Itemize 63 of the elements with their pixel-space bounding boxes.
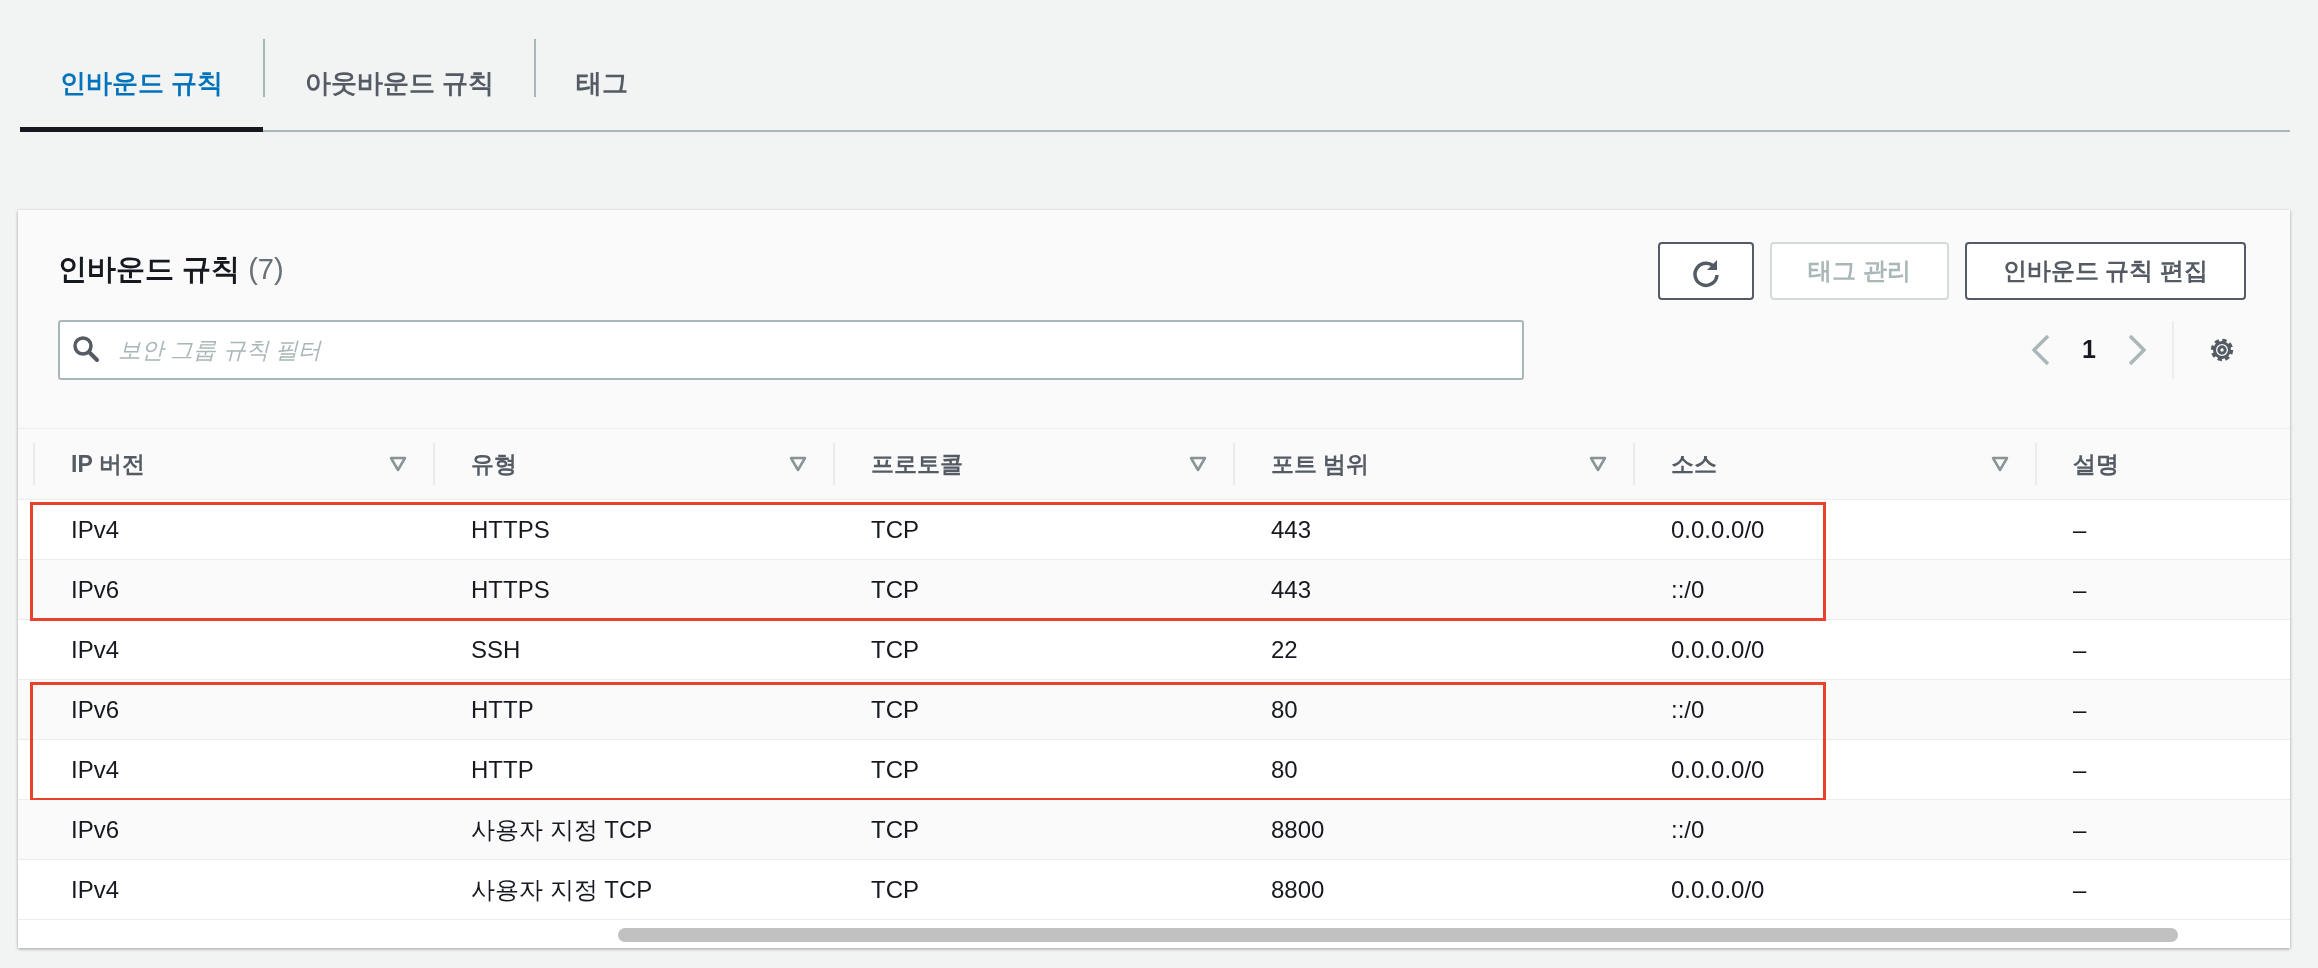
table-cell-text: –	[2072, 754, 2088, 785]
table-cell-text: HTTPS	[470, 514, 551, 545]
table-cell-text: SSH	[470, 634, 522, 665]
table-cell-text: HTTPS	[470, 574, 551, 605]
column-header: 설명	[2035, 443, 2290, 485]
column-header[interactable]: 유형	[433, 443, 833, 485]
sort-icon[interactable]	[1991, 456, 2009, 472]
table-cell-text: 80	[1270, 694, 1299, 725]
page-number[interactable]: 1	[2060, 331, 2118, 369]
search-icon	[72, 335, 100, 363]
column-header[interactable]: IP 버전	[33, 443, 433, 485]
table-cell-text: TCP	[870, 814, 920, 845]
table-cell-text: TCP	[870, 514, 920, 545]
table-cell-text: TCP	[870, 754, 920, 785]
table-cell-text: 8800	[1270, 814, 1326, 845]
refresh-button[interactable]	[1658, 242, 1754, 300]
table-cell-text: TCP	[870, 634, 920, 665]
table-cell-text: 0.0.0.0/0	[1670, 514, 1766, 545]
sort-icon[interactable]	[789, 456, 807, 472]
table-cell-text: IPv6	[70, 694, 121, 725]
table-cell-text: –	[2072, 514, 2088, 545]
table-cell-text: HTTP	[470, 754, 535, 785]
table-cell-text: 443	[1270, 514, 1313, 545]
table-cell-text: IPv4	[70, 514, 121, 545]
table-cell-text: –	[2072, 634, 2088, 665]
sort-icon[interactable]	[1589, 456, 1607, 472]
table-cell-text: 0.0.0.0/0	[1670, 754, 1766, 785]
table-cell-text: TCP	[870, 694, 920, 725]
table-cell-text: 사용자 지정 TCP	[470, 874, 654, 905]
column-header[interactable]: 포트 범위	[1233, 443, 1633, 485]
table-cell-text: 80	[1270, 754, 1299, 785]
sort-icon[interactable]	[389, 456, 407, 472]
table-cell-text: IPv4	[70, 634, 121, 665]
table-cell-text: –	[2072, 874, 2088, 905]
table-cell-text: –	[2072, 574, 2088, 605]
table-cell-text: 사용자 지정 TCP	[470, 814, 654, 845]
table-cell-text: –	[2072, 694, 2088, 725]
table-cell-text: TCP	[870, 574, 920, 605]
table-cell-text: 22	[1270, 634, 1299, 665]
tab[interactable]: 태그	[536, 40, 669, 132]
table-cell-text: ::/0	[1670, 814, 1706, 845]
sort-icon[interactable]	[1189, 456, 1207, 472]
action-button[interactable]: 인바운드 규칙 편집	[1964, 242, 2246, 300]
table-cell-text: ::/0	[1670, 574, 1706, 605]
column-header[interactable]: 소스	[1633, 443, 2035, 485]
search-field[interactable]: 보안 그룹 규칙 필터	[58, 320, 1524, 380]
tab[interactable]: 인바운드 규칙	[20, 40, 264, 132]
scrollbar[interactable]	[618, 928, 2178, 942]
table-cell-text: HTTP	[470, 694, 535, 725]
panel-title: 인바운드 규칙 (7)	[58, 252, 284, 288]
table-cell-text: IPv6	[70, 814, 121, 845]
table-cell-text: 0.0.0.0/0	[1670, 634, 1766, 665]
table-cell-text: IPv6	[70, 574, 121, 605]
table-cell-text: 443	[1270, 574, 1313, 605]
table-cell-text: TCP	[870, 874, 920, 905]
table-cell-text: 0.0.0.0/0	[1670, 874, 1766, 905]
tab[interactable]: 아웃바운드 규칙	[265, 40, 535, 132]
column-header[interactable]: 프로토콜	[833, 443, 1233, 485]
table-cell-text: ::/0	[1670, 694, 1706, 725]
table-cell-text: IPv4	[70, 754, 121, 785]
table-cell-text: 8800	[1270, 874, 1326, 905]
table-cell-text: IPv4	[70, 874, 121, 905]
table-cell-text: –	[2072, 814, 2088, 845]
